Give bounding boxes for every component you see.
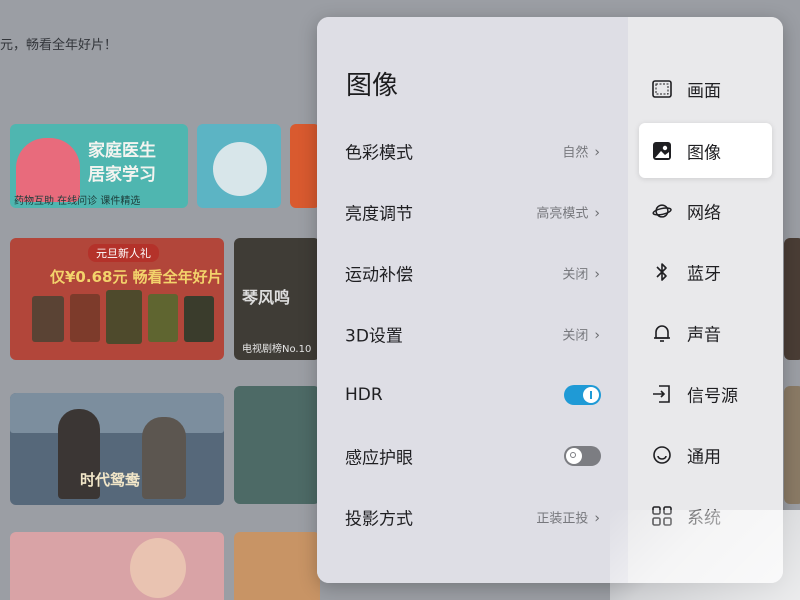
bell-icon <box>652 323 672 343</box>
chevron-right-icon: › <box>594 266 600 282</box>
movie-figure-2 <box>142 417 186 499</box>
tile-nature[interactable] <box>234 386 320 504</box>
nav-label: 蓝牙 <box>687 264 721 285</box>
movie-sea <box>10 393 224 433</box>
nav-item-sound[interactable]: 声音 <box>628 305 783 361</box>
tile-movie[interactable]: 时代鸳鸯 <box>10 393 224 505</box>
tile-family-doctor-sub: 药物互助 在线问诊 课件精选 <box>14 196 141 207</box>
toggle-knob <box>566 447 582 464</box>
tile-right-2[interactable] <box>784 386 800 504</box>
nav-label: 通用 <box>687 447 721 468</box>
nav-item-general[interactable]: 通用 <box>628 427 783 483</box>
tile-study[interactable] <box>197 124 281 208</box>
tile-newyear[interactable]: 元旦新人礼 仅¥0.68元 畅看全年好片 <box>10 238 224 360</box>
tile-drama-title: 琴风鸣 <box>242 288 291 307</box>
watermark <box>610 510 800 600</box>
poster-5 <box>184 296 214 342</box>
cartoon-character <box>130 538 186 598</box>
nav-item-bluetooth[interactable]: 蓝牙 <box>628 244 783 300</box>
row-label: 3D设置 <box>345 326 403 346</box>
promo-text: 元，畅看全年好片！ <box>0 38 118 53</box>
tile-family-doctor-line1: 家庭医生 <box>88 141 156 161</box>
row-label: HDR <box>345 384 383 405</box>
nav-item-network[interactable]: 网络 <box>628 183 783 239</box>
row-color-mode[interactable]: 色彩模式 自然 › <box>317 120 628 181</box>
poster-2 <box>70 294 100 342</box>
nav-label: 画面 <box>687 81 721 102</box>
tile-newyear-badge: 元旦新人礼 <box>88 244 159 262</box>
nav-label: 网络 <box>687 203 721 224</box>
poster-3 <box>106 290 142 344</box>
chevron-right-icon: › <box>594 144 600 160</box>
row-value: 正装正投 › <box>536 510 600 526</box>
tile-family-doctor-line2: 居家学习 <box>88 165 156 185</box>
page-title: 图像 <box>346 71 399 101</box>
hdr-toggle[interactable] <box>564 384 601 405</box>
input-source-icon <box>652 384 672 404</box>
row-value: 关闭 › <box>562 266 600 282</box>
row-label: 运动补偿 <box>345 265 413 285</box>
eye-protection-toggle[interactable] <box>564 445 601 466</box>
nav-label: 图像 <box>687 143 721 163</box>
settings-panel: 图像 色彩模式 自然 › 亮度调节 高亮模式 › 运动补偿 关闭 › 3D设置 关闭 ›… <box>317 17 783 583</box>
poster-4 <box>148 294 178 342</box>
nav-item-signal-source[interactable]: 信号源 <box>628 366 783 422</box>
chevron-right-icon: › <box>594 327 600 343</box>
row-value: 关闭 › <box>562 327 600 343</box>
row-label: 亮度调节 <box>345 204 413 224</box>
tile-orange[interactable] <box>290 124 320 208</box>
row-eye-protection: 感应护眼 <box>317 425 628 486</box>
row-value: 高亮模式 › <box>536 205 600 221</box>
row-projection-mode[interactable]: 投影方式 正装正投 › <box>317 486 628 547</box>
general-icon <box>652 445 672 465</box>
image-icon <box>652 141 672 161</box>
tile-cartoon-2[interactable] <box>234 532 320 600</box>
row-motion-compensation[interactable]: 运动补偿 关闭 › <box>317 242 628 303</box>
row-hdr: HDR <box>317 364 628 425</box>
nav-item-screen[interactable]: 画面 <box>628 61 783 117</box>
row-label: 投影方式 <box>345 509 413 529</box>
bluetooth-icon <box>652 262 672 282</box>
study-illustration <box>213 142 267 196</box>
row-brightness[interactable]: 亮度调节 高亮模式 › <box>317 181 628 242</box>
row-3d-settings[interactable]: 3D设置 关闭 › <box>317 303 628 364</box>
tile-right-1[interactable] <box>784 238 800 360</box>
tile-newyear-offer: 仅¥0.68元 畅看全年好片 <box>50 268 223 286</box>
row-value: 自然 › <box>562 144 600 160</box>
row-label: 色彩模式 <box>345 143 413 163</box>
nav-label: 声音 <box>687 325 721 346</box>
nav-label: 信号源 <box>687 386 738 407</box>
tile-drama-caption: 电视剧榜No.10 <box>242 344 312 355</box>
screen-icon <box>652 79 672 99</box>
poster-1 <box>32 296 64 342</box>
tile-movie-title: 时代鸳鸯 <box>80 471 141 489</box>
chevron-right-icon: › <box>594 510 600 526</box>
row-label: 感应护眼 <box>345 448 413 468</box>
tile-family-doctor[interactable]: 家庭医生 居家学习 药物互助 在线问诊 课件精选 <box>10 124 188 208</box>
chevron-right-icon: › <box>594 205 600 221</box>
nav-item-image[interactable]: 图像 <box>639 123 772 178</box>
planet-icon <box>652 201 672 221</box>
tile-drama[interactable]: 琴风鸣 电视剧榜No.10 <box>234 238 320 360</box>
settings-content: 图像 色彩模式 自然 › 亮度调节 高亮模式 › 运动补偿 关闭 › 3D设置 关闭 ›… <box>317 17 628 583</box>
toggle-knob <box>583 386 599 403</box>
tile-cartoon-1[interactable] <box>10 532 224 600</box>
